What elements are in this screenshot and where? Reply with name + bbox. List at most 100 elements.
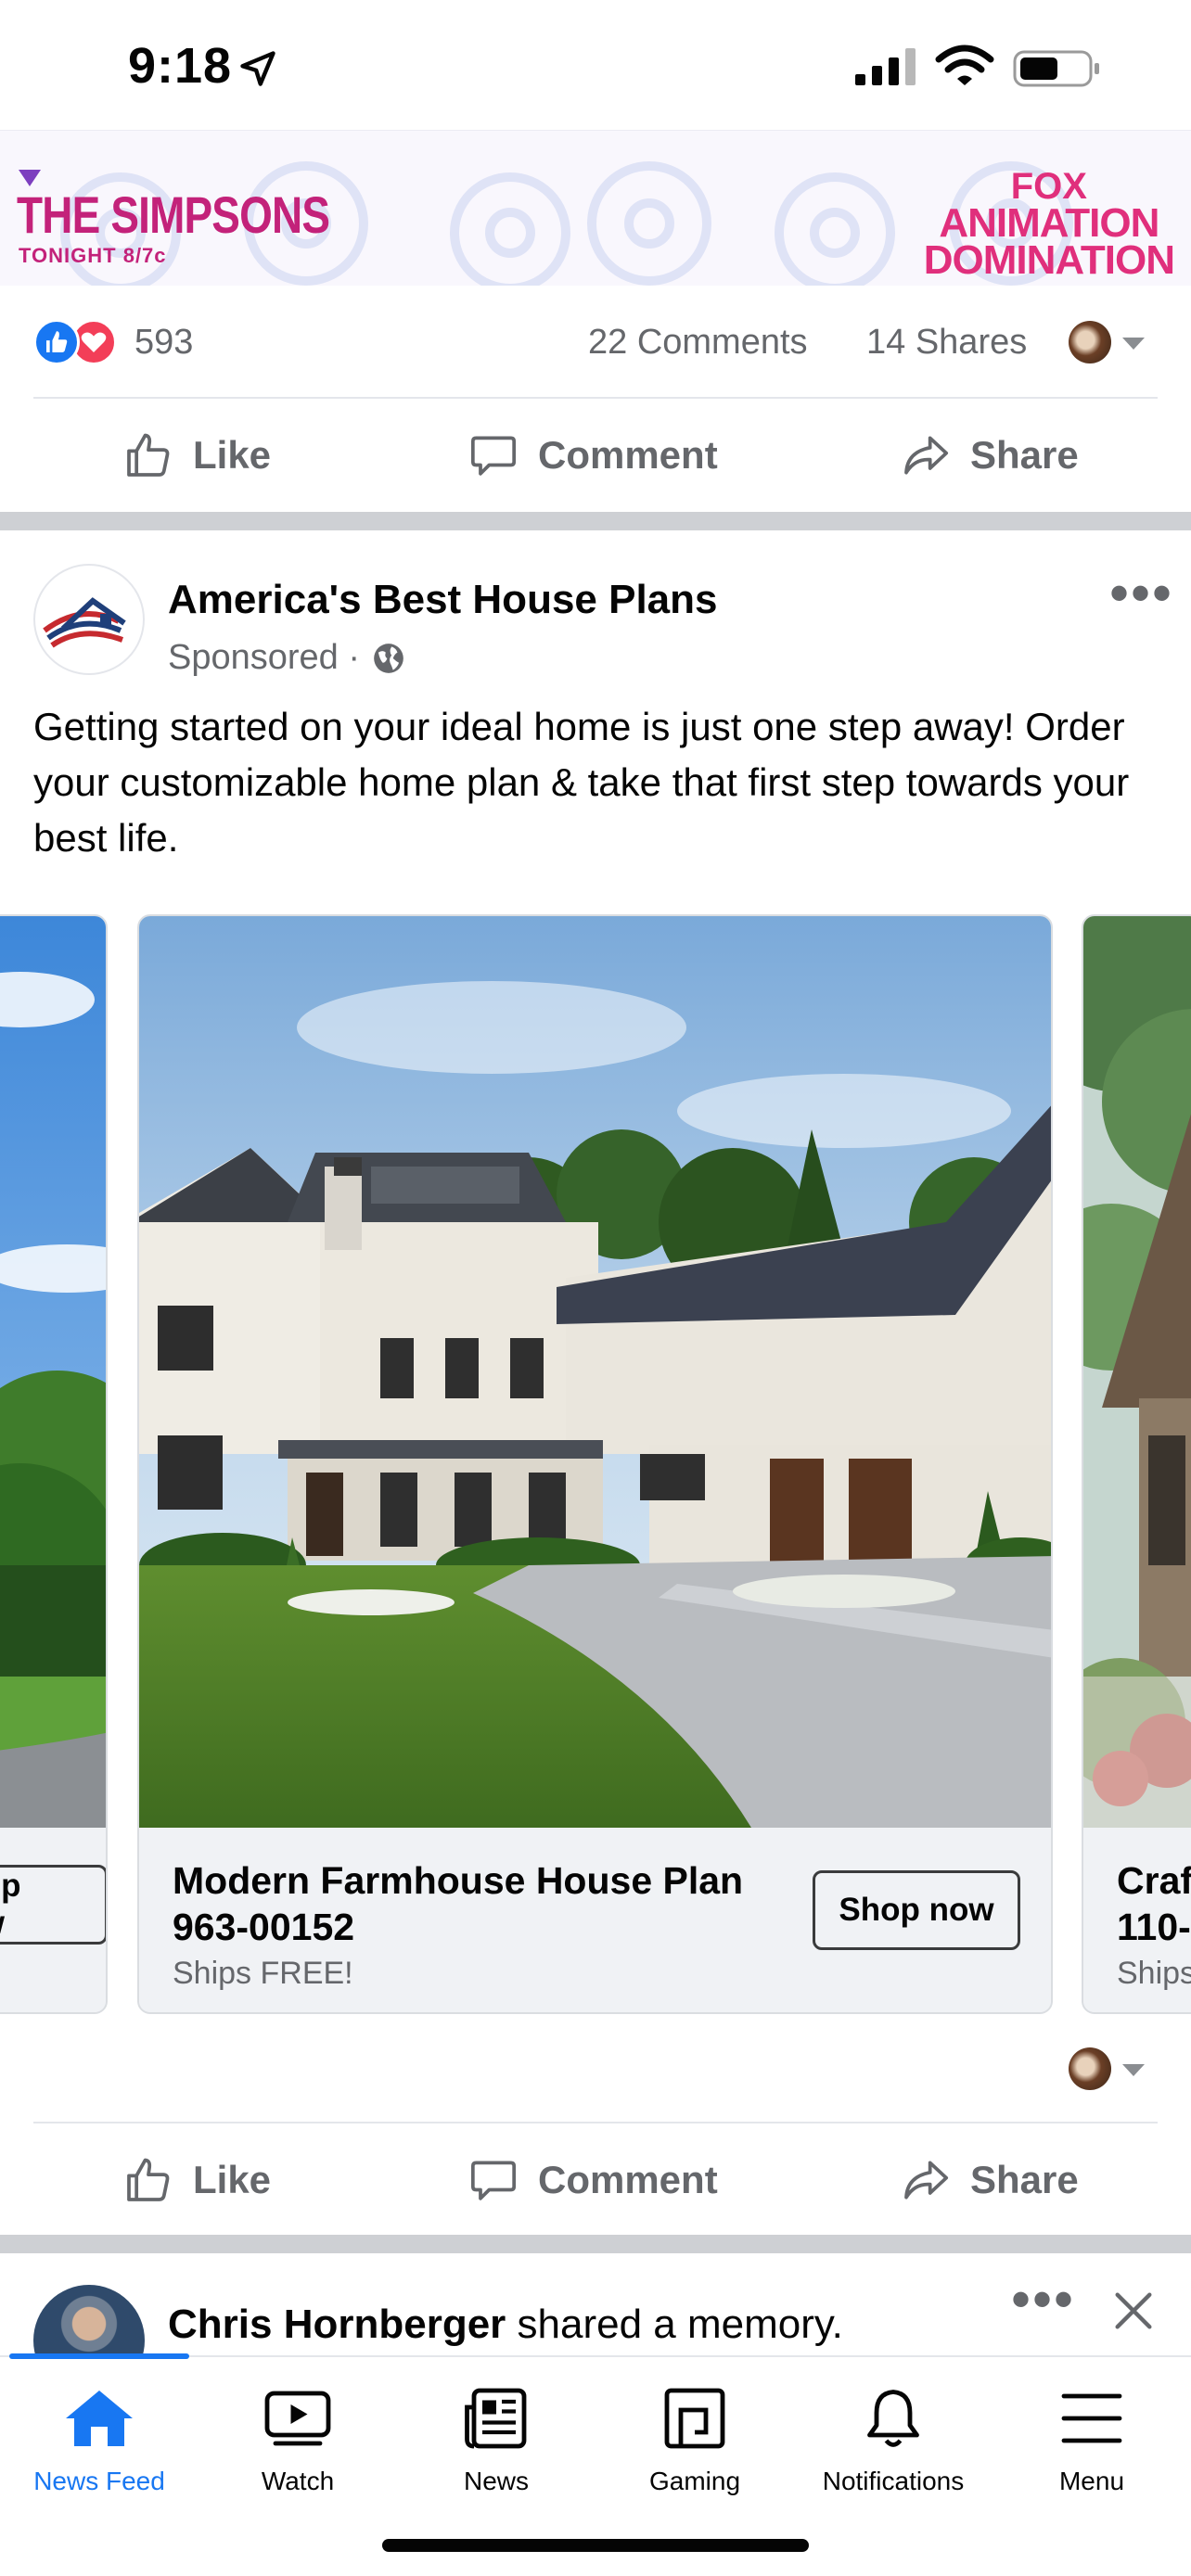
post-body-text: Getting started on your ideal home is ju… bbox=[33, 705, 1130, 860]
promo-left-subtitle: TONIGHT 8/7c bbox=[19, 244, 167, 267]
reaction-icons[interactable] bbox=[33, 319, 126, 365]
globe-icon bbox=[374, 643, 403, 673]
status-time: 9:18 bbox=[128, 38, 233, 94]
post1-action-bar: Like Comment Share bbox=[0, 401, 1191, 510]
sponsored-action-bar: Like Comment Share bbox=[0, 2125, 1191, 2235]
like-label: Like bbox=[193, 2158, 272, 2201]
product-title[interactable]: Modern Farmhouse House Plan 963-00152 bbox=[173, 1857, 822, 1950]
tab-label: Menu bbox=[1058, 2467, 1125, 2495]
comments-count[interactable]: 22 Comments bbox=[588, 323, 808, 363]
divider bbox=[33, 397, 1158, 399]
comment-icon bbox=[470, 2161, 517, 2200]
carousel-card-right-footer: Craf 110- Ships bbox=[1083, 1828, 1191, 2012]
ad-carousel[interactable]: Shop now bbox=[0, 914, 1191, 2014]
carousel-card-left-footer: Shop now bbox=[0, 1828, 106, 2012]
tab-label: Watch bbox=[261, 2467, 335, 2495]
comment-label: Comment bbox=[538, 433, 718, 477]
feed-separator bbox=[0, 512, 1191, 530]
viewer-avatar[interactable] bbox=[1069, 2047, 1111, 2090]
like-reaction-icon bbox=[33, 319, 80, 365]
share-button[interactable]: Share bbox=[900, 2125, 1079, 2235]
share-icon bbox=[904, 436, 949, 475]
sponsored-meta: Sponsored · bbox=[168, 638, 406, 678]
tab-watch[interactable]: Watch bbox=[198, 2385, 397, 2506]
product-title-right[interactable]: Craf 110- bbox=[1117, 1857, 1191, 1950]
promo-right-logo: FOX ANIMATION DOMINATION bbox=[923, 166, 1175, 283]
reaction-count[interactable]: 593 bbox=[134, 323, 193, 363]
product-title-right-line2: 110- bbox=[1117, 1906, 1191, 1948]
farmhouse-image[interactable] bbox=[139, 916, 1051, 1828]
home-icon bbox=[66, 2391, 133, 2446]
next-post-header: Chris Hornberger shared a memory. ••• bbox=[0, 2253, 1191, 2355]
carousel-card-left-image bbox=[0, 916, 106, 1828]
comment-label: Comment bbox=[538, 2158, 718, 2201]
more-options-icon[interactable]: ••• bbox=[1109, 566, 1173, 621]
carousel-card-right[interactable]: Craf 110- Ships bbox=[1082, 914, 1191, 2014]
promo-right-line1: FOX bbox=[1010, 166, 1087, 207]
tab-news-feed[interactable]: News Feed bbox=[0, 2385, 198, 2506]
wifi-icon bbox=[935, 45, 994, 85]
like-button[interactable]: Like bbox=[122, 401, 271, 510]
sponsored-label[interactable]: Sponsored · bbox=[168, 638, 360, 678]
like-button[interactable]: Like bbox=[122, 2125, 271, 2235]
page-avatar[interactable] bbox=[33, 564, 145, 675]
tab-gaming[interactable]: Gaming bbox=[596, 2385, 794, 2506]
comment-icon bbox=[470, 436, 517, 476]
home-indicator[interactable] bbox=[382, 2539, 809, 2552]
carousel-card-left[interactable]: Shop now bbox=[0, 914, 108, 2014]
chevron-down-icon[interactable] bbox=[1122, 2064, 1145, 2076]
product-subtitle-right: Ships bbox=[1117, 1956, 1191, 1991]
like-icon bbox=[127, 2158, 170, 2201]
share-label: Share bbox=[970, 2158, 1079, 2201]
author-name[interactable]: Chris Hornberger bbox=[168, 2302, 506, 2347]
promo-left-title: THE SIMPSONS bbox=[17, 185, 330, 244]
author-avatar[interactable] bbox=[33, 2285, 145, 2355]
tab-label: News Feed bbox=[33, 2467, 165, 2495]
tab-news[interactable]: News bbox=[397, 2385, 596, 2506]
shares-count[interactable]: 14 Shares bbox=[866, 323, 1027, 363]
share-button[interactable]: Share bbox=[900, 401, 1079, 510]
carousel-card-main[interactable]: Modern Farmhouse House Plan 963-00152 Sh… bbox=[137, 914, 1053, 2014]
product-title-right-line1: Craf bbox=[1117, 1859, 1191, 1902]
house-logo-icon bbox=[43, 597, 126, 648]
chevron-down-icon[interactable] bbox=[1122, 338, 1145, 350]
next-post-title: Chris Hornberger shared a memory. bbox=[168, 2302, 843, 2348]
post1-reaction-row: 593 22 Comments 14 Shares bbox=[0, 286, 1191, 397]
active-tab-indicator bbox=[9, 2353, 189, 2359]
close-icon[interactable] bbox=[1109, 2287, 1158, 2335]
status-bar: 9:18 bbox=[0, 0, 1191, 130]
comment-button[interactable]: Comment bbox=[467, 2125, 718, 2235]
bell-icon bbox=[867, 2390, 919, 2447]
more-options-icon[interactable]: ••• bbox=[1011, 2272, 1075, 2327]
divider bbox=[33, 2122, 1158, 2123]
product-subtitle: Ships FREE! bbox=[173, 1956, 353, 1991]
craftsman-image bbox=[1083, 916, 1191, 1828]
shop-now-button-left[interactable]: Shop now bbox=[0, 1865, 106, 1945]
shop-now-button[interactable]: Shop now bbox=[813, 1870, 1020, 1950]
like-label: Like bbox=[193, 433, 272, 477]
carousel-card-main-footer: Modern Farmhouse House Plan 963-00152 Sh… bbox=[139, 1828, 1051, 2012]
promo-banner[interactable]: THE SIMPSONS TONIGHT 8/7c FOX ANIMATION … bbox=[0, 130, 1191, 286]
like-icon bbox=[127, 433, 170, 477]
viewer-avatar[interactable] bbox=[1069, 321, 1111, 363]
promo-right-line2: ANIMATION bbox=[939, 200, 1159, 246]
tab-notifications[interactable]: Notifications bbox=[794, 2385, 992, 2506]
menu-icon bbox=[1061, 2393, 1122, 2443]
page-name[interactable]: America's Best House Plans bbox=[168, 577, 718, 623]
location-arrow-icon bbox=[240, 51, 275, 86]
news-icon bbox=[465, 2388, 527, 2449]
tab-label: Gaming bbox=[648, 2467, 741, 2495]
gaming-icon bbox=[664, 2388, 725, 2449]
share-label: Share bbox=[970, 433, 1079, 477]
cellular-signal-icon bbox=[855, 48, 916, 85]
comment-button[interactable]: Comment bbox=[467, 401, 718, 510]
watch-icon bbox=[264, 2391, 331, 2446]
tab-label: News bbox=[463, 2467, 529, 2495]
share-icon bbox=[904, 2161, 949, 2200]
feed-separator bbox=[0, 2235, 1191, 2253]
tab-menu[interactable]: Menu bbox=[992, 2385, 1191, 2506]
post-action-text: shared a memory. bbox=[506, 2302, 843, 2347]
promo-right-line3: DOMINATION bbox=[923, 237, 1175, 283]
battery-icon bbox=[1013, 50, 1099, 87]
tab-label: Notifications bbox=[822, 2467, 965, 2495]
